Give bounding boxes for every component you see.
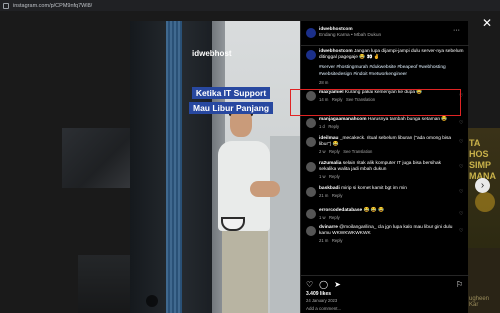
server-rack bbox=[130, 21, 212, 313]
comment-time: 1 w bbox=[319, 174, 326, 180]
comment-username[interactable]: baskbadi bbox=[319, 186, 340, 191]
lock-icon bbox=[3, 2, 9, 9]
caption-line-1: Ketika IT Support bbox=[191, 87, 271, 99]
caption-time: 28 m bbox=[319, 79, 329, 85]
background-thumbnail-right: TA HOS SIMP MANA ugheen Kar bbox=[467, 128, 500, 313]
comment-text: Harusnya tambah bunga setaman 😂 bbox=[367, 117, 448, 122]
chevron-right-icon: › bbox=[480, 179, 485, 191]
video-caption: Ketika IT Support Mau Libur Panjang bbox=[168, 87, 294, 117]
person-trousers bbox=[222, 231, 268, 313]
caption-author[interactable]: idwebhostcom bbox=[319, 49, 353, 54]
url-text[interactable]: instagram.com/p/CPM9nfq7Wl8/ bbox=[13, 3, 92, 9]
person-arm bbox=[250, 181, 280, 197]
comment-input[interactable]: Add a comment... bbox=[306, 306, 341, 311]
reply-button[interactable]: Reply bbox=[329, 174, 340, 179]
reply-button[interactable]: Reply bbox=[332, 193, 343, 198]
avatar[interactable] bbox=[306, 209, 316, 219]
post-actions: ♡ ◯ ➤ ⚐ 3.409 likes 24 January 2023 Add … bbox=[301, 275, 469, 313]
reply-button[interactable]: Reply bbox=[332, 238, 343, 243]
avatar[interactable] bbox=[306, 226, 316, 236]
browser-address-bar[interactable]: instagram.com/p/CPM9nfq7Wl8/ bbox=[0, 0, 500, 11]
heart-icon[interactable]: ♡ bbox=[459, 189, 463, 195]
caption-line-2: Mau Libur Panjang bbox=[188, 102, 274, 114]
comment-username[interactable]: ra2umalia bbox=[319, 161, 341, 166]
caption-hashtags[interactable]: #server #hostingmurah #dukwebsite #beape… bbox=[319, 65, 464, 77]
comment-username[interactable]: manjagaamanahcom bbox=[319, 117, 366, 122]
comment-text: _mecakeck. ritual sebelum liburan ("ada … bbox=[319, 136, 452, 148]
highlight-annotation-box bbox=[290, 89, 461, 116]
comment-time: 21 m bbox=[319, 193, 329, 199]
avatar[interactable] bbox=[306, 118, 316, 128]
comment-text: mirip si komet kamit bgt im min bbox=[341, 186, 407, 191]
author-subtitle[interactable]: Endang Karna • Mbah Dukun bbox=[319, 33, 381, 39]
comment-text: @moilangarilina_ cla jgn lupa kalo mau l… bbox=[319, 225, 453, 237]
comment-username[interactable]: errorcodedatabase bbox=[319, 208, 362, 213]
promo-mascot bbox=[475, 192, 495, 212]
comment-username[interactable]: ideilmau bbox=[319, 136, 338, 141]
see-translation-link[interactable]: See Translation bbox=[343, 149, 372, 154]
avatar[interactable] bbox=[306, 187, 316, 197]
avatar[interactable] bbox=[306, 162, 316, 172]
comment-text: 😂 😂 😂 bbox=[363, 208, 385, 213]
heart-icon[interactable]: ♡ bbox=[459, 164, 463, 170]
post-header: idwebhostcom Endang Karna • Mbah Dukun ·… bbox=[301, 21, 469, 46]
user-tag-icon[interactable] bbox=[146, 295, 158, 307]
promo-text: TA HOS SIMP MANA bbox=[469, 138, 496, 181]
share-icon[interactable]: ➤ bbox=[334, 280, 341, 289]
avatar[interactable] bbox=[306, 28, 316, 38]
more-options-icon[interactable]: ··· bbox=[453, 27, 460, 34]
comment-time: 21 m bbox=[319, 238, 329, 244]
post-media[interactable]: idwebhost Ketika IT Support Mau Libur Pa… bbox=[130, 21, 300, 313]
comment-time: 1 w bbox=[319, 215, 326, 221]
promo-footer: ugheen Kar bbox=[469, 296, 490, 308]
background-thumbnail-left bbox=[62, 128, 130, 188]
close-icon[interactable]: ✕ bbox=[482, 17, 492, 29]
post-side-panel: idwebhostcom Endang Karna • Mbah Dukun ·… bbox=[300, 21, 469, 313]
bookmark-icon[interactable]: ⚐ bbox=[456, 280, 463, 289]
brand-logo: idwebhost bbox=[192, 49, 232, 58]
heart-icon[interactable]: ♡ bbox=[459, 139, 463, 145]
heart-icon[interactable]: ♡ bbox=[459, 120, 463, 126]
comment-icon[interactable]: ◯ bbox=[319, 280, 328, 289]
avatar[interactable] bbox=[306, 50, 316, 60]
reply-button[interactable]: Reply bbox=[329, 149, 340, 154]
comment-username[interactable]: dvinarre bbox=[319, 225, 338, 230]
comment-time: 2 w bbox=[319, 149, 326, 155]
post-modal: idwebhost Ketika IT Support Mau Libur Pa… bbox=[130, 21, 469, 313]
heart-icon[interactable]: ♡ bbox=[306, 280, 313, 289]
likes-count[interactable]: 3.409 likes bbox=[306, 291, 331, 297]
reply-button[interactable]: Reply bbox=[328, 124, 339, 129]
heart-icon[interactable]: ♡ bbox=[459, 228, 463, 234]
post-date: 24 January 2023 bbox=[306, 298, 338, 303]
avatar[interactable] bbox=[306, 137, 316, 147]
reply-button[interactable]: Reply bbox=[329, 215, 340, 220]
comment-time: 1 d bbox=[319, 124, 325, 130]
background-thumbnail-left-bottom bbox=[78, 255, 130, 313]
next-post-button[interactable]: › bbox=[475, 178, 490, 193]
heart-icon[interactable]: ♡ bbox=[459, 211, 463, 217]
